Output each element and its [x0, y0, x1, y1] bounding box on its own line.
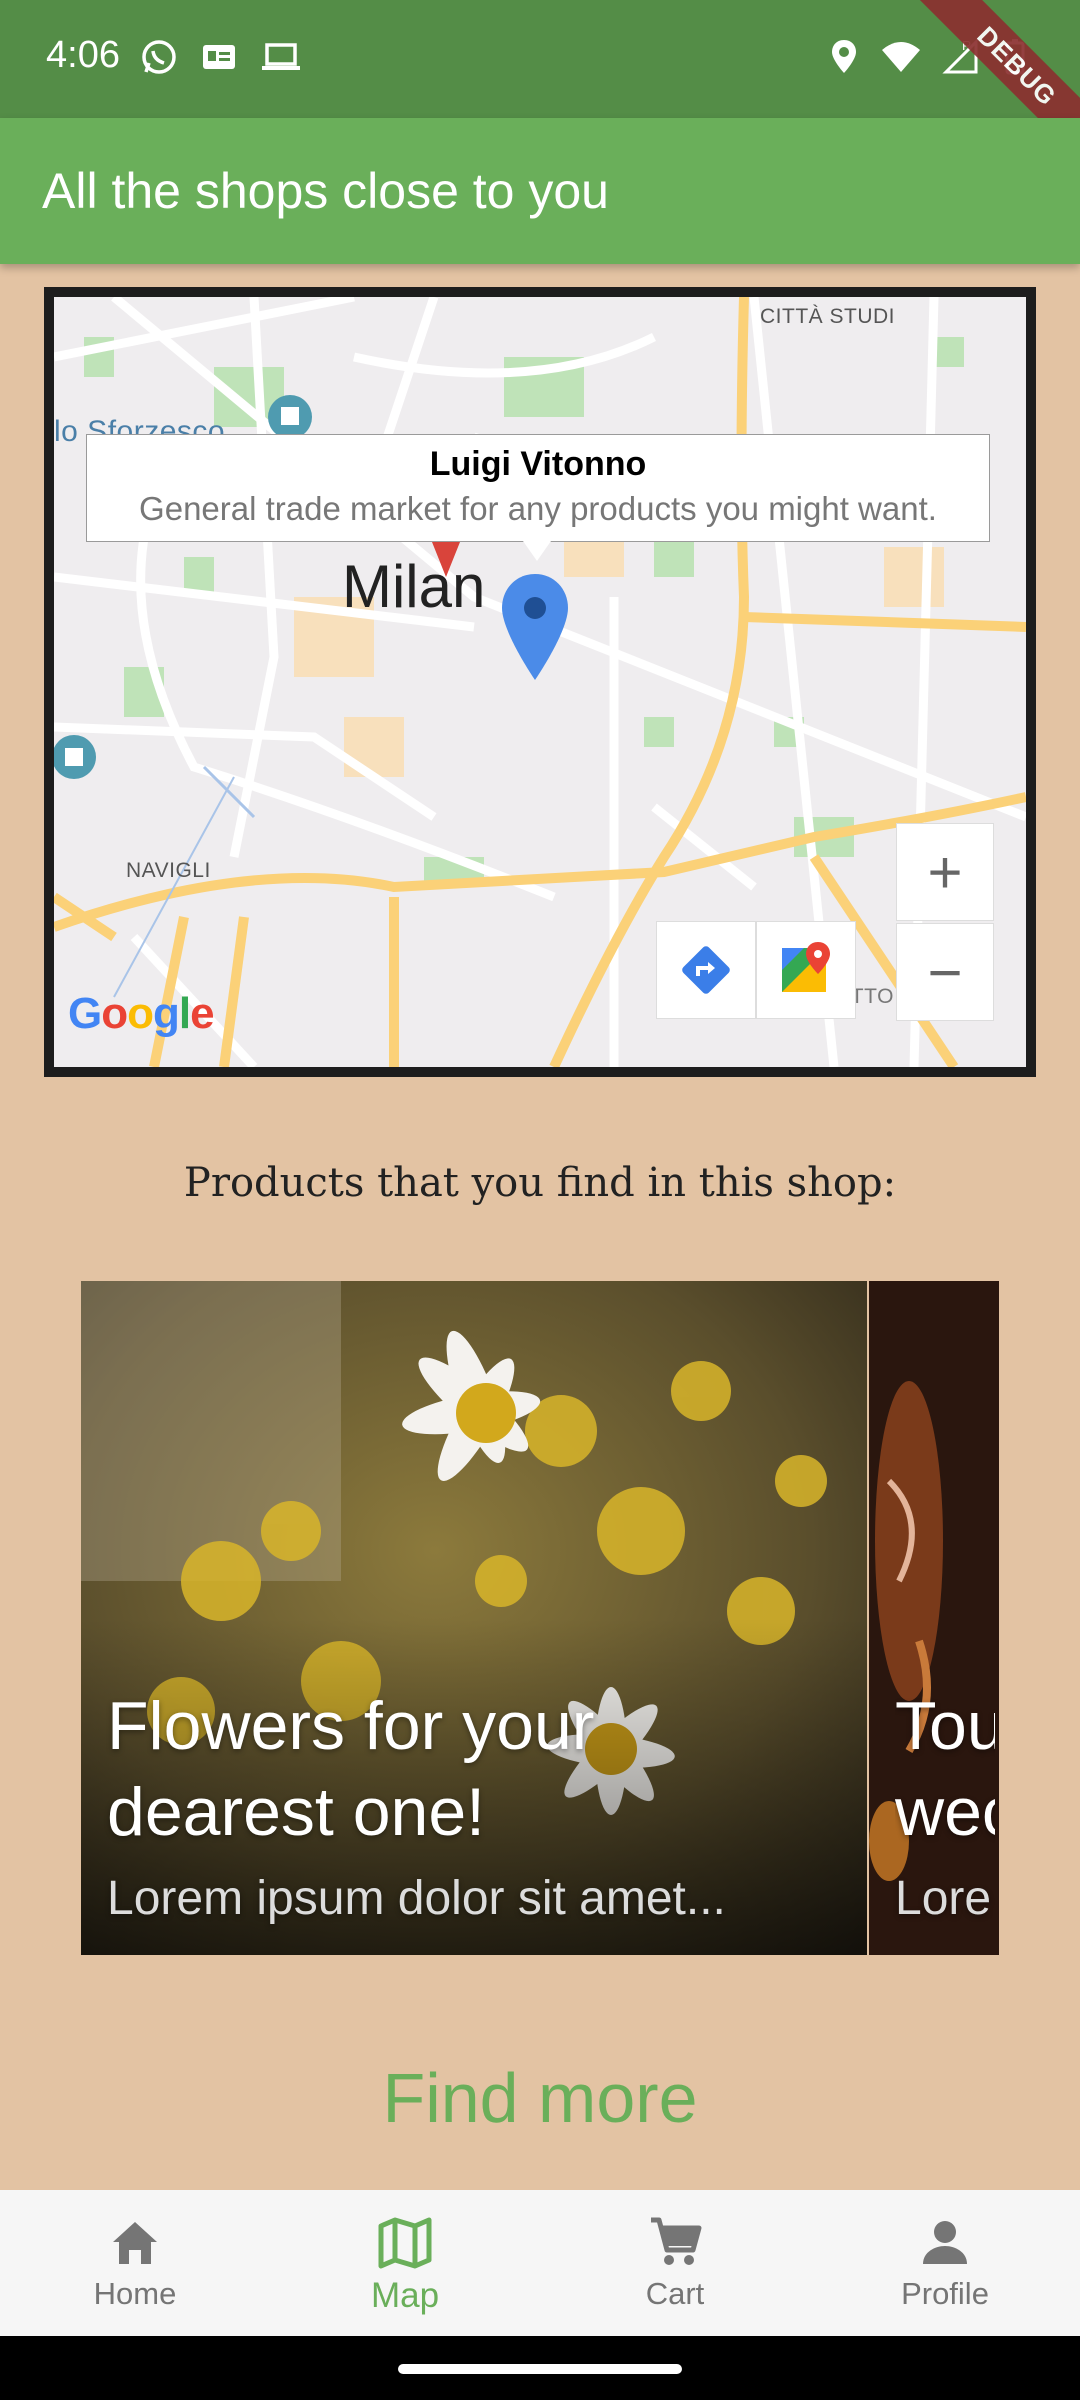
product-card[interactable]: Flowers for your dearest one! Lorem ipsu…: [81, 1281, 867, 1955]
nav-item-map[interactable]: Map: [270, 2190, 540, 2336]
zoom-in-button[interactable]: +: [896, 823, 994, 921]
zoom-out-button[interactable]: −: [896, 923, 994, 1021]
product-subtitle: Lorem ipsum dolor sit amet...: [107, 1872, 726, 1925]
nav-label-profile: Profile: [901, 2276, 989, 2311]
shop-name: Luigi Vitonno: [429, 445, 647, 483]
wifi-icon: [882, 42, 920, 72]
bottom-navigation: Home Map Cart Profile: [0, 2190, 1080, 2336]
open-google-maps-button[interactable]: [756, 921, 856, 1019]
marker-info-window[interactable]: Luigi Vitonno General trade market for a…: [86, 434, 990, 561]
google-maps-icon: [782, 942, 830, 992]
status-bar: 4:06 R: [0, 0, 1080, 170]
map-frame: CITTÀ STUDI lo Sforzesco NAVIGLI CORVETT…: [44, 287, 1036, 1077]
shop-description: General trade market for any products yo…: [139, 490, 937, 527]
laptop-icon: [262, 43, 300, 70]
map-label-citta-studi: CITTÀ STUDI: [760, 305, 895, 328]
nav-label-home: Home: [93, 2276, 177, 2311]
location-pin-icon[interactable]: [500, 572, 570, 682]
page-title: All the shops close to you: [42, 163, 609, 219]
product-title: Tou wec: [895, 1688, 995, 1850]
red-marker-icon[interactable]: [426, 537, 466, 581]
map-label-navigli: NAVIGLI: [126, 859, 211, 882]
minus-icon: −: [927, 938, 963, 1006]
directions-button[interactable]: [656, 921, 756, 1019]
cart-icon: [651, 2217, 702, 2265]
nav-label-map: Map: [370, 2276, 440, 2315]
home-icon: [113, 2222, 157, 2264]
find-more-button[interactable]: Find more: [0, 2058, 1080, 2138]
google-map[interactable]: CITTÀ STUDI lo Sforzesco NAVIGLI CORVETT…: [54, 297, 1026, 1067]
directions-icon: [682, 946, 730, 994]
app-bar: All the shops close to you: [0, 118, 1080, 264]
map-tiles: [54, 297, 1026, 1067]
products-carousel[interactable]: Flowers for your dearest one! Lorem ipsu…: [81, 1281, 999, 1955]
nav-item-cart[interactable]: Cart: [540, 2190, 810, 2336]
google-logo: Google: [68, 989, 215, 1038]
nav-item-home[interactable]: Home: [0, 2190, 270, 2336]
nav-label-cart: Cart: [645, 2276, 705, 2311]
person-icon: [923, 2221, 967, 2264]
plus-icon: +: [927, 838, 963, 906]
status-time: 4:06: [46, 34, 120, 76]
whatsapp-icon: [142, 40, 176, 74]
map-icon: [378, 2217, 432, 2269]
home-gesture-handle[interactable]: [398, 2364, 682, 2374]
nav-item-profile[interactable]: Profile: [810, 2190, 1080, 2336]
products-heading: Products that you find in this shop:: [183, 1160, 897, 1206]
location-icon: [832, 40, 856, 73]
product-subtitle: Lore: [895, 1872, 992, 1925]
id-card-icon: [203, 45, 235, 69]
product-title: Flowers for your dearest one!: [107, 1688, 595, 1850]
product-card[interactable]: Tou wec Lore: [869, 1281, 999, 1955]
system-navigation-bar: [0, 2336, 1080, 2400]
